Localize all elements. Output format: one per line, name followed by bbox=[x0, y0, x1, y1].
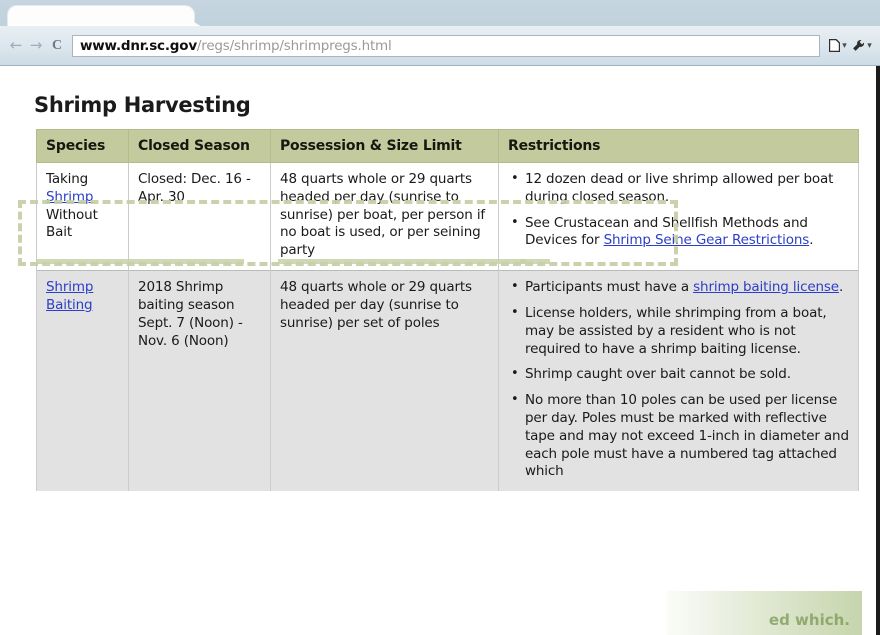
column-header-species: Species bbox=[36, 129, 129, 163]
link-shrimp-seine-gear-restrictions[interactable]: Shrimp Seine Gear Restrictions bbox=[604, 232, 810, 248]
chevron-down-icon: ▾ bbox=[842, 40, 847, 51]
list-item: Participants must have a shrimp baiting … bbox=[511, 278, 849, 297]
web-page-content: Shrimp Harvesting Species Closed Season … bbox=[20, 66, 859, 635]
list-item: See Crustacean and Shellfish Methods and… bbox=[511, 214, 849, 251]
restriction-text: Shrimp caught over bait cannot be sold. bbox=[525, 366, 791, 383]
restrictions-list: 12 dozen dead or live shrimp allowed per… bbox=[508, 170, 849, 251]
tab-strip bbox=[0, 0, 880, 30]
wrench-tools-icon[interactable]: ▾ bbox=[850, 34, 874, 58]
restriction-text: 12 dozen dead or live shrimp allowed per… bbox=[525, 171, 834, 205]
reload-icon[interactable]: C bbox=[46, 34, 68, 58]
list-item: Shrimp caught over bait cannot be sold. bbox=[511, 365, 849, 384]
column-header-closed-season: Closed Season bbox=[128, 129, 271, 163]
restriction-text: Participants must have a bbox=[525, 279, 694, 296]
page-title: Shrimp Harvesting bbox=[34, 93, 251, 117]
address-bar[interactable]: www.dnr.sc.gov/regs/shrimp/shrimpregs.ht… bbox=[72, 34, 820, 57]
restriction-text-post: . bbox=[809, 232, 814, 249]
column-header-possession-size-limit: Possession & Size Limit bbox=[270, 129, 499, 163]
restriction-text: License holders, while shrimping from a … bbox=[525, 304, 827, 357]
table-header-row: Species Closed Season Possession & Size … bbox=[36, 129, 859, 163]
back-arrow-icon[interactable]: ← bbox=[6, 34, 26, 58]
cell-closed-season: Closed: Dec. 16 - Apr. 30 bbox=[128, 162, 271, 271]
tab-label bbox=[8, 6, 194, 14]
page-viewport: Shrimp Harvesting Species Closed Season … bbox=[0, 66, 880, 635]
cell-species: Taking Shrimp Without Bait bbox=[36, 162, 129, 271]
viewport-right-edge bbox=[876, 66, 880, 635]
table-row: Taking Shrimp Without Bait Closed: Dec. … bbox=[36, 162, 859, 271]
shrimp-harvesting-table: Species Closed Season Possession & Size … bbox=[36, 129, 859, 492]
cell-closed-season: 2018 Shrimp baiting season Sept. 7 (Noon… bbox=[128, 270, 271, 492]
url-domain: www.dnr.sc.gov bbox=[80, 37, 197, 54]
link-shrimp[interactable]: Shrimp bbox=[46, 189, 93, 205]
table-row: Shrimp Baiting 2018 Shrimp baiting seaso… bbox=[36, 270, 859, 492]
browser-chrome: ← → C www.dnr.sc.gov/regs/shrimp/shrimpr… bbox=[0, 0, 880, 66]
cell-possession-limit: 48 quarts whole or 29 quarts headed per … bbox=[270, 270, 499, 492]
link-shrimp-baiting-license[interactable]: shrimp baiting license bbox=[693, 279, 839, 295]
cell-species: Shrimp Baiting bbox=[36, 270, 129, 492]
species-text-post: Without Bait bbox=[46, 206, 98, 241]
forward-arrow-icon[interactable]: → bbox=[26, 34, 46, 58]
cell-restrictions: 12 dozen dead or live shrimp allowed per… bbox=[498, 162, 859, 271]
link-shrimp-baiting[interactable]: Shrimp Baiting bbox=[46, 279, 93, 313]
list-item: No more than 10 poles can be used per li… bbox=[511, 391, 849, 481]
list-item: License holders, while shrimping from a … bbox=[511, 304, 849, 358]
browser-window: ← → C www.dnr.sc.gov/regs/shrimp/shrimpr… bbox=[0, 0, 880, 635]
url-path: /regs/shrimp/shrimpregs.html bbox=[196, 37, 392, 54]
restriction-text-post: . bbox=[838, 279, 844, 296]
restrictions-list: Participants must have a shrimp baiting … bbox=[508, 278, 849, 481]
page-menu-icon[interactable]: ▾ bbox=[826, 34, 850, 58]
cell-restrictions: Participants must have a shrimp baiting … bbox=[498, 270, 859, 492]
cell-possession-limit: 48 quarts whole or 29 quarts headed per … bbox=[270, 162, 499, 271]
species-text-pre: Taking bbox=[46, 171, 89, 187]
browser-toolbar: ← → C www.dnr.sc.gov/regs/shrimp/shrimpr… bbox=[0, 26, 880, 66]
chevron-down-icon: ▾ bbox=[867, 40, 872, 51]
restriction-text: No more than 10 poles can be used per li… bbox=[525, 392, 849, 480]
column-header-restrictions: Restrictions bbox=[498, 129, 859, 163]
list-item: 12 dozen dead or live shrimp allowed per… bbox=[511, 170, 849, 207]
